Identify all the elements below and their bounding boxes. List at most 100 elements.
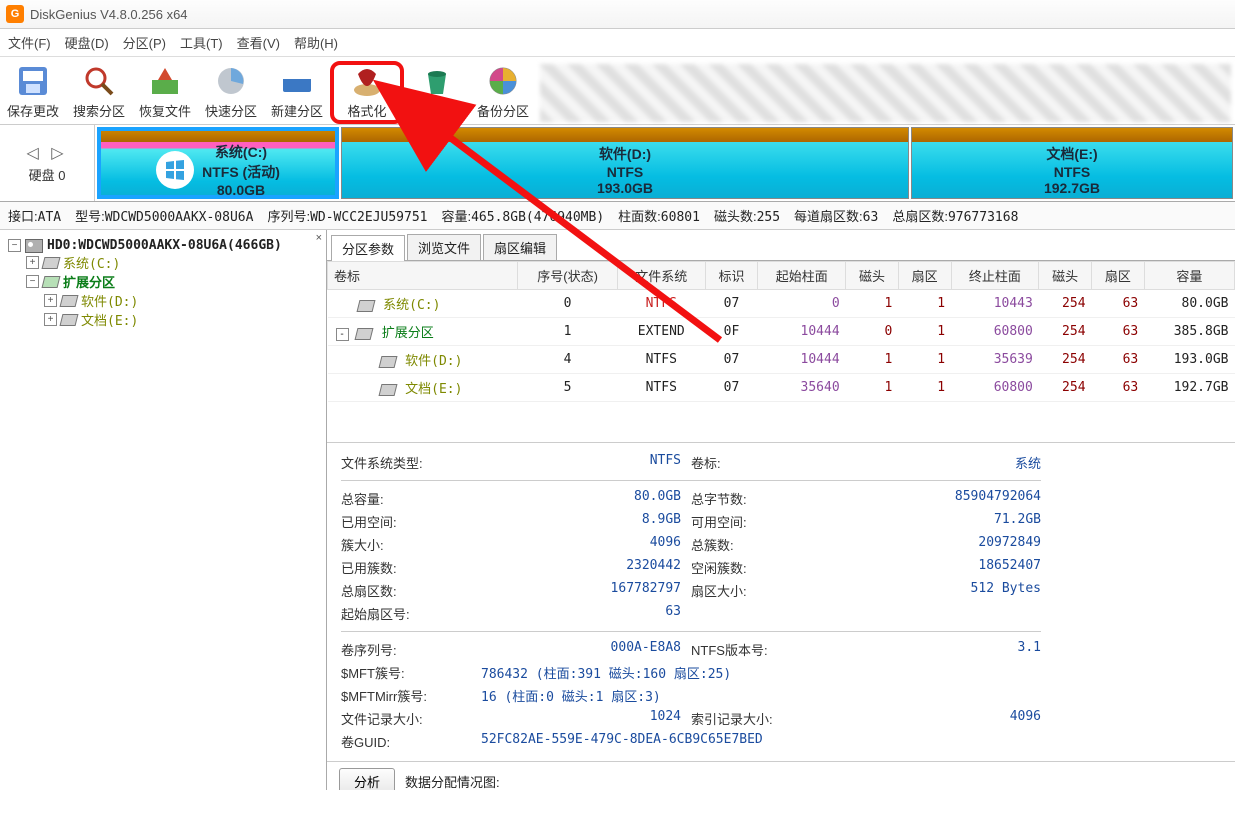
partition-box[interactable]: 软件(D:)NTFS193.0GB [341, 127, 909, 199]
partition-details: 文件系统类型:NTFS 卷标:系统 总容量:80.0GB 总字节数:859047… [327, 442, 1235, 761]
th-esec[interactable]: 扇区 [1092, 262, 1145, 290]
partition-icon [60, 295, 79, 307]
tree-node-software[interactable]: + 软件(D:) [44, 291, 322, 310]
analyze-bar: 分析 数据分配情况图: [327, 761, 1235, 790]
detail-value: 167782797 [481, 581, 681, 600]
tree-node-extended[interactable]: − 扩展分区 [26, 272, 322, 291]
disk-tree[interactable]: − HD0:WDCWD5000AAKX-08U6A(466GB) + 系统(C:… [0, 230, 326, 333]
th-size[interactable]: 容量 [1144, 262, 1234, 290]
th-shead[interactable]: 磁头 [846, 262, 899, 290]
detail-value: 8.9GB [481, 512, 681, 531]
menu-view[interactable]: 查看(V) [237, 33, 280, 52]
detail-value: 71.2GB [841, 512, 1041, 531]
partition-map: ◁ ▷ 硬盘 0 系统(C:)NTFS (活动)80.0GB 软件(D:)NTF… [0, 125, 1235, 202]
partition-box[interactable]: 系统(C:)NTFS (活动)80.0GB [97, 127, 339, 199]
toolbar-delete-partition-button[interactable]: 删除分区 [404, 57, 470, 124]
menu-disk[interactable]: 硬盘(D) [65, 33, 109, 52]
analyze-button[interactable]: 分析 [339, 768, 395, 790]
ad-banner [540, 64, 1231, 122]
detail-key: 已用空间: [341, 512, 471, 531]
toolbar-backup-partition-button[interactable]: 备份分区 [470, 57, 536, 124]
detail-value: 52FC82AE-559E-479C-8DEA-6CB9C65E7BED [481, 732, 1041, 751]
table-row[interactable]: 系统(C:) 0 NTFS 07 0 1 1 10443 254 63 80.0… [328, 290, 1235, 318]
toolbar-quick-partition-label: 快速分区 [205, 101, 257, 120]
detail-key: 总簇数: [691, 535, 831, 554]
format-icon [349, 67, 385, 99]
detail-key: 空闲簇数: [691, 558, 831, 577]
toolbar-recover-button[interactable]: 恢复文件 [132, 57, 198, 124]
toolbar-format-label: 格式化 [347, 101, 386, 120]
table-row[interactable]: 文档(E:) 5 NTFS 07 35640 1 1 60800 254 63 … [328, 374, 1235, 402]
serial-value: WD-WCC2EJU59751 [310, 210, 427, 225]
th-ehead[interactable]: 磁头 [1039, 262, 1092, 290]
recover-icon [147, 63, 183, 99]
toolbar-recover-label: 恢复文件 [139, 101, 191, 120]
detail-key: 起始扇区号: [341, 604, 471, 623]
tree-root-label: HD0:WDCWD5000AAKX-08U6A(466GB) [47, 238, 282, 253]
detail-key: NTFS版本号: [691, 640, 831, 659]
expander-icon[interactable]: + [44, 294, 57, 307]
th-fs[interactable]: 文件系统 [617, 262, 705, 290]
cylinders-value: 60801 [661, 210, 700, 225]
partition-icon [356, 300, 375, 312]
table-row[interactable]: - 扩展分区 1 EXTEND 0F 10444 0 1 60800 254 6… [328, 318, 1235, 346]
tree-root-node[interactable]: − HD0:WDCWD5000AAKX-08U6A(466GB) [8, 238, 322, 253]
trash-icon [419, 63, 455, 99]
menu-partition[interactable]: 分区(P) [123, 33, 166, 52]
save-icon [15, 63, 51, 99]
detail-key: $MFTMirr簇号: [341, 686, 471, 705]
toolbar-search-label: 搜索分区 [73, 101, 125, 120]
toolbar-save-button[interactable]: 保存更改 [0, 57, 66, 124]
toolbar: 保存更改 搜索分区 恢复文件 快速分区 新建分区 格式化 删除分区 备份分区 [0, 57, 1235, 125]
partition-icon [42, 257, 61, 269]
toolbar-format-button[interactable]: 格式化 [330, 61, 404, 124]
expander-icon[interactable]: + [44, 313, 57, 326]
model-key: 型号: [75, 209, 105, 224]
expander-icon[interactable]: − [26, 275, 39, 288]
toolbar-search-button[interactable]: 搜索分区 [66, 57, 132, 124]
toolbar-backup-partition-label: 备份分区 [477, 101, 529, 120]
toolbar-new-partition-button[interactable]: 新建分区 [264, 57, 330, 124]
detail-key: 卷GUID: [341, 732, 471, 751]
table-row[interactable]: 软件(D:) 4 NTFS 07 10444 1 1 35639 254 63 … [328, 346, 1235, 374]
menu-file[interactable]: 文件(F) [8, 33, 51, 52]
heads-key: 磁头数: [714, 209, 757, 224]
disk-nav: ◁ ▷ 硬盘 0 [0, 125, 95, 201]
right-pane: 分区参数 浏览文件 扇区编辑 卷标 序号(状态) 文件系统 标识 起始柱面 磁头… [327, 230, 1235, 790]
detail-value: 3.1 [841, 640, 1041, 659]
tab-partition-params[interactable]: 分区参数 [331, 235, 405, 261]
disk-tree-pane: × − HD0:WDCWD5000AAKX-08U6A(466GB) + 系统(… [0, 230, 327, 790]
partition-table[interactable]: 卷标 序号(状态) 文件系统 标识 起始柱面 磁头 扇区 终止柱面 磁头 扇区 … [327, 261, 1235, 402]
expander-icon[interactable]: - [336, 328, 349, 341]
detail-key: 卷序列号: [341, 640, 471, 659]
tree-node-docs[interactable]: + 文档(E:) [44, 310, 322, 329]
th-flag[interactable]: 标识 [705, 262, 758, 290]
partition-box[interactable]: 文档(E:)NTFS192.7GB [911, 127, 1233, 199]
tab-browse-files[interactable]: 浏览文件 [407, 234, 481, 260]
new-partition-icon [279, 63, 315, 99]
backup-icon [485, 63, 521, 99]
menu-bar: 文件(F) 硬盘(D) 分区(P) 工具(T) 查看(V) 帮助(H) [0, 29, 1235, 57]
spt-key: 每道扇区数: [794, 209, 863, 224]
detail-key: 索引记录大小: [691, 709, 831, 728]
tree-software-label: 软件(D:) [81, 291, 138, 310]
expander-icon[interactable]: + [26, 256, 39, 269]
th-label[interactable]: 卷标 [328, 262, 518, 290]
th-ecyl[interactable]: 终止柱面 [951, 262, 1039, 290]
detail-value: 4096 [841, 709, 1041, 728]
th-seq[interactable]: 序号(状态) [518, 262, 618, 290]
menu-tools[interactable]: 工具(T) [180, 33, 223, 52]
tree-close-icon[interactable]: × [316, 232, 322, 244]
windows-logo-icon [156, 151, 194, 189]
th-ssec[interactable]: 扇区 [898, 262, 951, 290]
tab-sector-editor[interactable]: 扇区编辑 [483, 234, 557, 260]
disk-nav-arrows[interactable]: ◁ ▷ [26, 143, 67, 163]
menu-help[interactable]: 帮助(H) [294, 33, 338, 52]
detail-key: 扇区大小: [691, 581, 831, 600]
partition-icon [378, 384, 397, 396]
tree-node-system[interactable]: + 系统(C:) [26, 253, 322, 272]
expander-icon[interactable]: − [8, 239, 21, 252]
toolbar-quick-partition-button[interactable]: 快速分区 [198, 57, 264, 124]
th-scyl[interactable]: 起始柱面 [758, 262, 846, 290]
detail-value: 512 Bytes [841, 581, 1041, 600]
